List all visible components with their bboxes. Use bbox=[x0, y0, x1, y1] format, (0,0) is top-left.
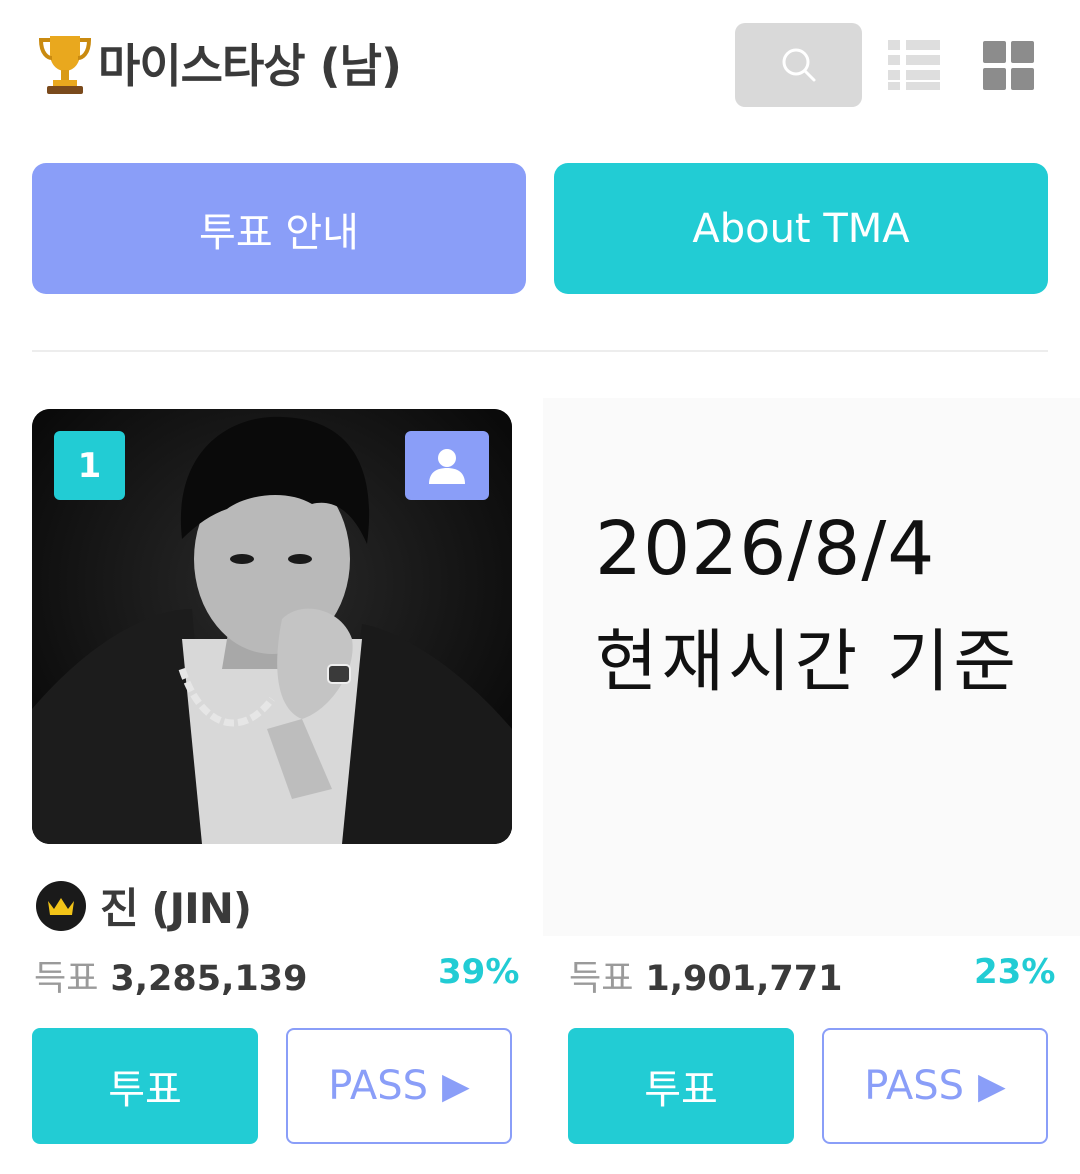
search-icon bbox=[782, 48, 815, 82]
candidate-name-row: 진 (JIN) bbox=[36, 875, 252, 936]
vote-count: 득표 3,285,139 bbox=[34, 950, 307, 1001]
candidate-photo-placeholder: 2026/8/4 현재시간 기준 bbox=[543, 398, 1080, 936]
note-date: 2026/8/4 bbox=[595, 506, 936, 592]
votes-label: 득표 bbox=[569, 959, 634, 999]
crown-icon bbox=[36, 880, 86, 931]
about-tma-button[interactable]: About TMA bbox=[554, 163, 1048, 294]
page-title: 마이스타상 (남) bbox=[98, 39, 402, 93]
pass-button[interactable]: PASS ▶ bbox=[286, 1028, 512, 1144]
header: 마이스타상 (남) bbox=[0, 0, 1080, 130]
pass-label: PASS bbox=[864, 1063, 965, 1109]
grid-view-icon[interactable] bbox=[982, 40, 1036, 92]
rank-badge: 1 bbox=[54, 431, 125, 500]
play-arrow-icon: ▶ bbox=[442, 1065, 470, 1107]
pass-label: PASS bbox=[328, 1063, 429, 1109]
note-text: 현재시간 기준 bbox=[595, 623, 1020, 702]
vote-percent: 23% bbox=[974, 952, 1056, 992]
play-arrow-icon: ▶ bbox=[978, 1065, 1006, 1107]
votes-label: 득표 bbox=[34, 959, 99, 999]
profile-button[interactable] bbox=[405, 431, 489, 500]
vote-button[interactable]: 투표 bbox=[32, 1028, 258, 1144]
divider bbox=[32, 350, 1048, 352]
search-button[interactable] bbox=[735, 23, 862, 107]
vote-guide-button[interactable]: 투표 안내 bbox=[32, 163, 526, 294]
vote-count: 득표 1,901,771 bbox=[569, 950, 842, 1001]
vote-percent: 39% bbox=[438, 952, 520, 992]
votes-value: 3,285,139 bbox=[110, 959, 308, 999]
candidate-name: 진 (JIN) bbox=[100, 884, 252, 933]
votes-value: 1,901,771 bbox=[645, 959, 843, 999]
pass-button[interactable]: PASS ▶ bbox=[822, 1028, 1048, 1144]
title-group: 마이스타상 (남) bbox=[36, 30, 402, 96]
candidate-photo[interactable]: 1 bbox=[32, 409, 512, 844]
vote-button[interactable]: 투표 bbox=[568, 1028, 794, 1144]
list-view-icon[interactable] bbox=[886, 38, 942, 92]
person-icon bbox=[429, 448, 465, 484]
trophy-icon bbox=[38, 36, 92, 94]
